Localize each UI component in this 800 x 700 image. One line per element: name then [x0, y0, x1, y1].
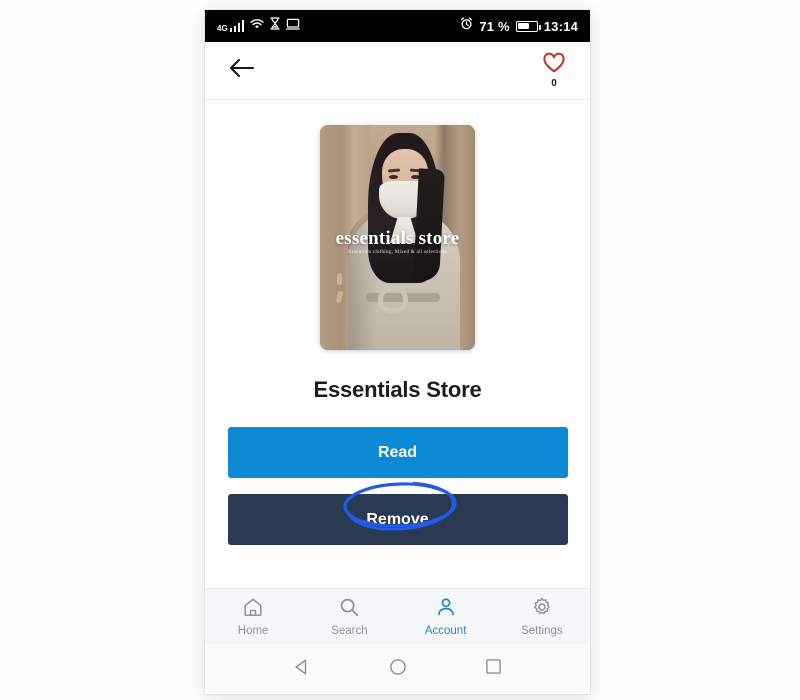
tab-account-label: Account	[424, 624, 467, 637]
back-button[interactable]	[229, 57, 255, 84]
heart-outline-icon	[542, 52, 566, 78]
wifi-icon	[250, 17, 264, 35]
app-header: 0	[205, 42, 590, 100]
tab-settings-label: Settings	[521, 624, 563, 637]
system-back-button[interactable]	[293, 658, 311, 681]
triangle-back-icon	[293, 658, 311, 681]
belt-bow-shape	[378, 285, 408, 313]
person-icon	[435, 596, 457, 623]
main-content: essentials store Essentials clothing, Mi…	[205, 100, 590, 588]
home-icon	[242, 596, 264, 623]
system-recents-button[interactable]	[485, 658, 502, 680]
tab-account[interactable]: Account	[398, 596, 494, 638]
cover-title-text: essentials store	[335, 228, 460, 249]
cast-screen-icon	[286, 17, 301, 35]
alarm-icon	[460, 17, 473, 35]
clock-label: 13:14	[543, 18, 578, 34]
tab-settings[interactable]: Settings	[494, 596, 590, 638]
system-home-button[interactable]	[389, 658, 407, 681]
back-arrow-icon	[229, 57, 255, 84]
circle-home-icon	[389, 658, 407, 681]
bottom-tab-bar: Home Search Account Settings	[205, 588, 590, 644]
signal-bars-icon	[229, 20, 245, 32]
tab-home[interactable]: Home	[205, 596, 301, 638]
favorite-count: 0	[551, 78, 557, 89]
remove-button[interactable]: Remove	[227, 494, 568, 545]
read-button[interactable]: Read	[227, 427, 568, 478]
hourglass-icon	[270, 17, 280, 35]
tab-search-label: Search	[331, 624, 368, 637]
status-bar-right: 71 % 13:14	[460, 17, 578, 35]
cover-subtitle-text: Essentials clothing, Mixed & all selecti…	[348, 250, 447, 255]
book-cover[interactable]: essentials store Essentials clothing, Mi…	[320, 125, 475, 350]
network-type-label: 4G	[217, 24, 228, 33]
system-navigation-bar	[205, 644, 590, 694]
gear-icon	[531, 596, 553, 623]
battery-percent-label: 71 %	[479, 18, 510, 34]
favorite-button[interactable]: 0	[542, 52, 566, 89]
phone-frame: 4G 71 % 13:14 0 essentials store Essenti…	[205, 10, 590, 694]
battery-icon	[515, 20, 541, 32]
tab-search[interactable]: Search	[301, 596, 397, 638]
action-buttons: Read Remove	[227, 427, 568, 545]
status-bar: 4G 71 % 13:14	[205, 10, 590, 42]
eye-shape	[389, 175, 398, 179]
page-title: Essentials Store	[313, 377, 482, 402]
search-icon	[338, 596, 360, 623]
door-knob	[337, 273, 342, 285]
square-recents-icon	[485, 658, 502, 680]
tab-home-label: Home	[237, 624, 269, 637]
status-bar-left: 4G	[217, 17, 301, 35]
